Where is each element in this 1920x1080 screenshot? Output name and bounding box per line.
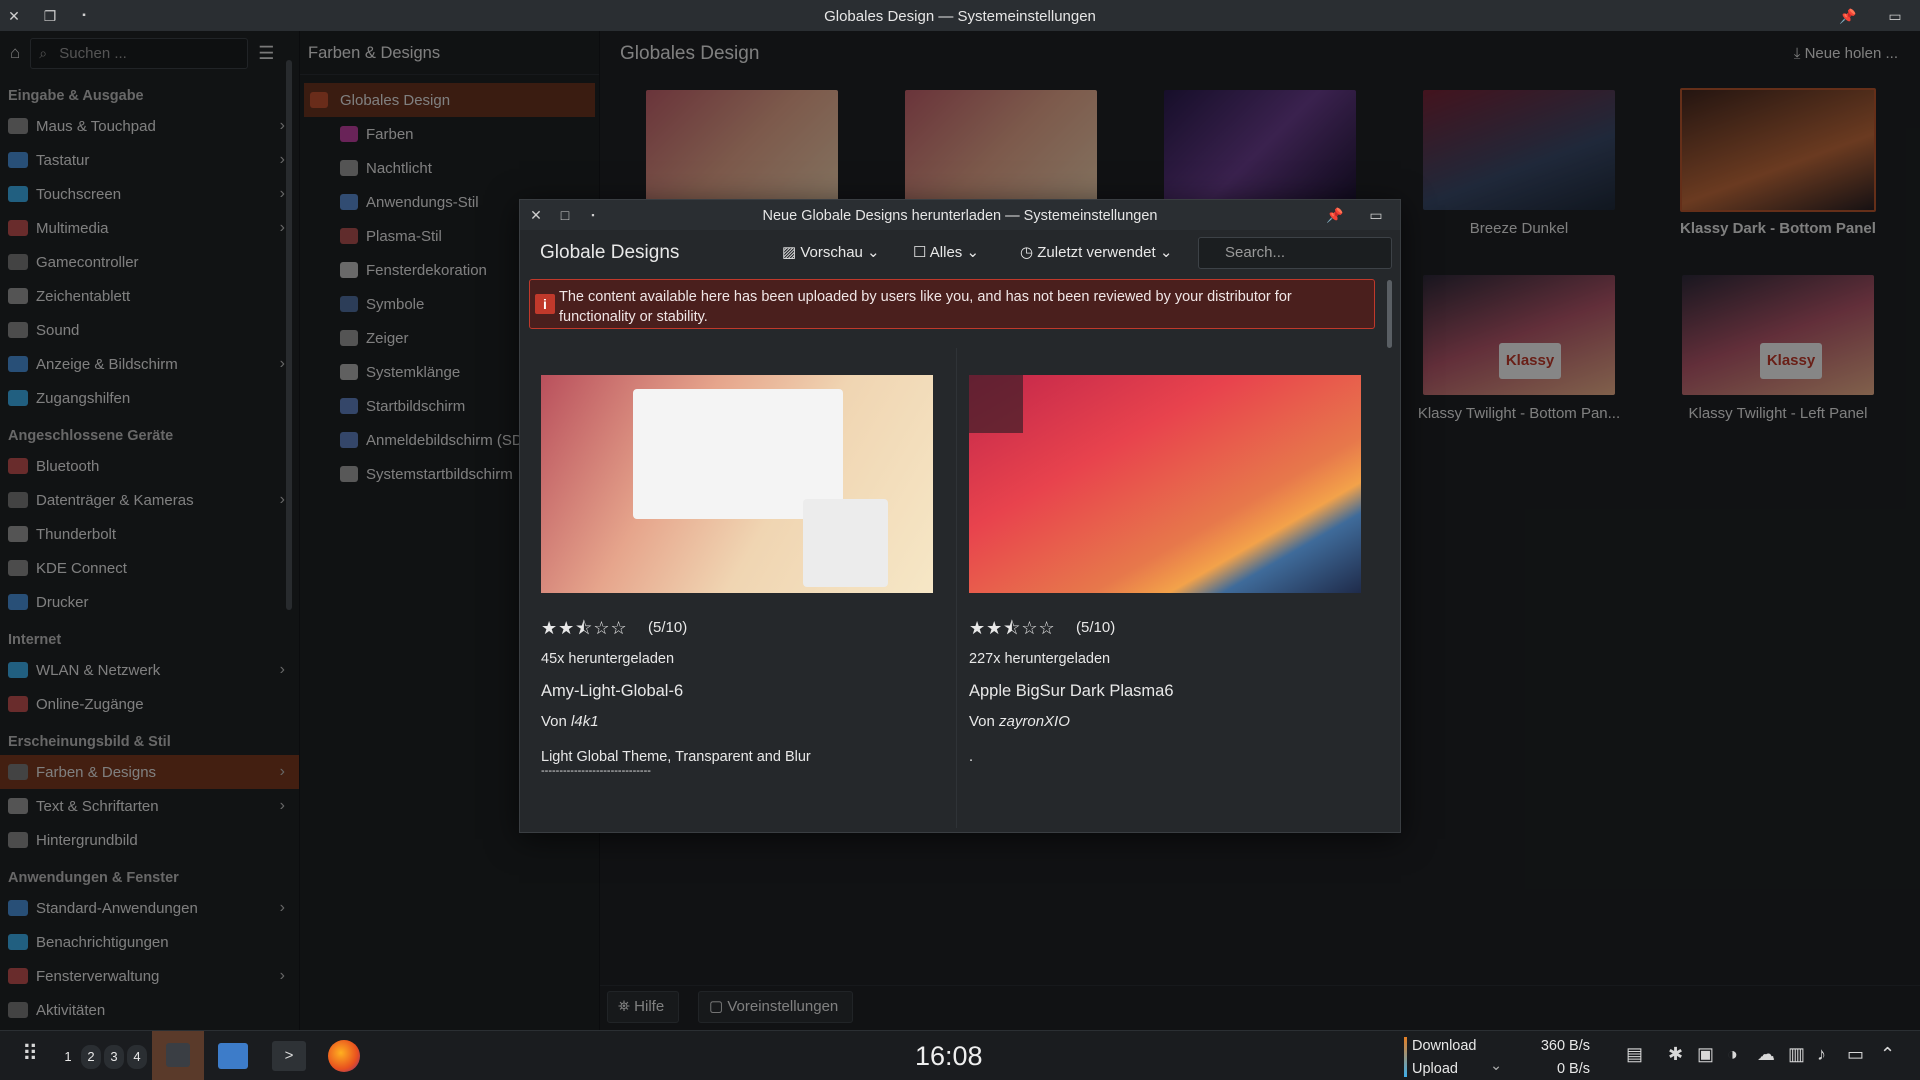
preview-window <box>803 499 888 587</box>
settings-app-icon <box>166 1043 190 1067</box>
volume-icon[interactable]: ♪ <box>1817 1044 1826 1065</box>
image-icon: ▨ <box>782 244 801 261</box>
dialog-header: Globale Designs ▨ Vorschau ⌄ ☐ Alles ⌄ ◷… <box>520 230 1400 276</box>
upload-rate: 0 B/s <box>1556 1061 1590 1077</box>
warning-banner: i The content available here has been up… <box>529 279 1375 329</box>
virtual-desktop[interactable]: 1 <box>58 1045 78 1069</box>
download-label: Download <box>1412 1038 1477 1054</box>
chevron-down-icon: ⌄ <box>962 244 980 261</box>
pin-icon[interactable]: 📌 <box>1325 205 1345 225</box>
taskbar: ⠿ 1 2 3 4 > 16:08 Download Upload ⌄ 360 … <box>0 1030 1920 1080</box>
upload-label: Upload <box>1412 1061 1458 1077</box>
updates-icon[interactable]: ◑ <box>1727 1044 1738 1065</box>
view-mode-dropdown[interactable]: ▨ Vorschau ⌄ <box>782 240 880 266</box>
download-count: 45x heruntergeladen <box>541 651 675 667</box>
info-icon: i <box>535 294 555 314</box>
terminal-icon[interactable]: > <box>272 1041 306 1071</box>
notifications-icon[interactable]: ✱ <box>1668 1044 1683 1065</box>
dialog-title: Neue Globale Designs herunterladen — Sys… <box>762 208 1158 224</box>
theme-preview[interactable] <box>969 375 1361 593</box>
chevron-down-icon: ⌄ <box>862 244 880 261</box>
rating-text: (5/10) <box>648 619 688 636</box>
dialog-search-input[interactable]: Search... <box>1198 237 1392 269</box>
download-count: 227x heruntergeladen <box>969 651 1111 667</box>
dialog-scrollbar[interactable] <box>1387 280 1392 348</box>
network-graph <box>1404 1037 1407 1077</box>
app-launcher-icon[interactable]: ⠿ <box>22 1041 38 1067</box>
checkbox-icon: ☐ <box>913 244 930 261</box>
virtual-desktop[interactable]: 3 <box>104 1045 124 1069</box>
firefox-icon[interactable] <box>328 1040 360 1072</box>
window-menu-icon[interactable]: ▭ <box>1366 205 1386 225</box>
window-menu-icon[interactable]: ▭ <box>1885 6 1905 26</box>
clock-icon: ◷ <box>1020 244 1038 261</box>
storage-icon[interactable]: ▥ <box>1788 1044 1805 1065</box>
chevron-up-icon[interactable]: ⌃ <box>1880 1044 1895 1065</box>
chevron-down-icon: ⌄ <box>1155 244 1173 261</box>
theme-description: . <box>969 749 974 765</box>
rating-text: (5/10) <box>1076 619 1116 636</box>
display-icon[interactable]: ▣ <box>1697 1044 1714 1065</box>
sort-dropdown[interactable]: ◷ Zuletzt verwendet ⌄ <box>1020 240 1172 266</box>
bluetooth-icon[interactable]: ☁ <box>1757 1044 1775 1065</box>
download-rate: 360 B/s <box>1540 1038 1590 1054</box>
virtual-desktop[interactable]: 2 <box>81 1045 101 1069</box>
theme-author[interactable]: Von zayronXIO <box>969 713 1070 730</box>
theme-card[interactable]: ★★⯪☆☆ (5/10) 227x heruntergeladen Apple … <box>948 333 1368 833</box>
theme-preview[interactable] <box>541 375 933 593</box>
theme-name: Apple BigSur Dark Plasma6 <box>969 682 1174 700</box>
pin-icon[interactable]: 📌 <box>1838 6 1858 26</box>
rating-stars: ★★⯪☆☆ <box>541 618 628 638</box>
virtual-desktop[interactable]: 4 <box>127 1045 147 1069</box>
window-title: Globales Design — Systemeinstellungen <box>824 8 1096 25</box>
window-titlebar: ✕ ❐ ▪ Globales Design — Systemeinstellun… <box>0 0 1920 31</box>
filter-dropdown[interactable]: ☐ Alles ⌄ <box>913 240 979 266</box>
rating-stars: ★★⯪☆☆ <box>969 618 1056 638</box>
dialog-heading: Globale Designs <box>540 242 680 263</box>
dialog-titlebar: ✕ □ ▪ Neue Globale Designs herunterladen… <box>520 200 1400 230</box>
theme-author[interactable]: Von l4k1 <box>541 713 599 730</box>
chevron-down-icon[interactable]: ⌄ <box>1490 1058 1502 1074</box>
preview-window <box>969 375 1023 433</box>
theme-description: Light Global Theme, Transparent and Blur… <box>541 749 811 777</box>
clock[interactable]: 16:08 <box>915 1041 983 1072</box>
download-dialog: ✕ □ ▪ Neue Globale Designs herunterladen… <box>519 199 1401 833</box>
file-manager-icon[interactable] <box>218 1043 248 1069</box>
clipboard-icon[interactable]: ▤ <box>1626 1044 1643 1065</box>
network-icon[interactable]: ▭ <box>1847 1044 1864 1065</box>
theme-name: Amy-Light-Global-6 <box>541 682 684 700</box>
theme-card[interactable]: ★★⯪☆☆ (5/10) 45x heruntergeladen Amy-Lig… <box>520 333 940 833</box>
task-system-settings[interactable] <box>152 1031 204 1080</box>
warning-text: The content available here has been uplo… <box>559 289 1292 325</box>
